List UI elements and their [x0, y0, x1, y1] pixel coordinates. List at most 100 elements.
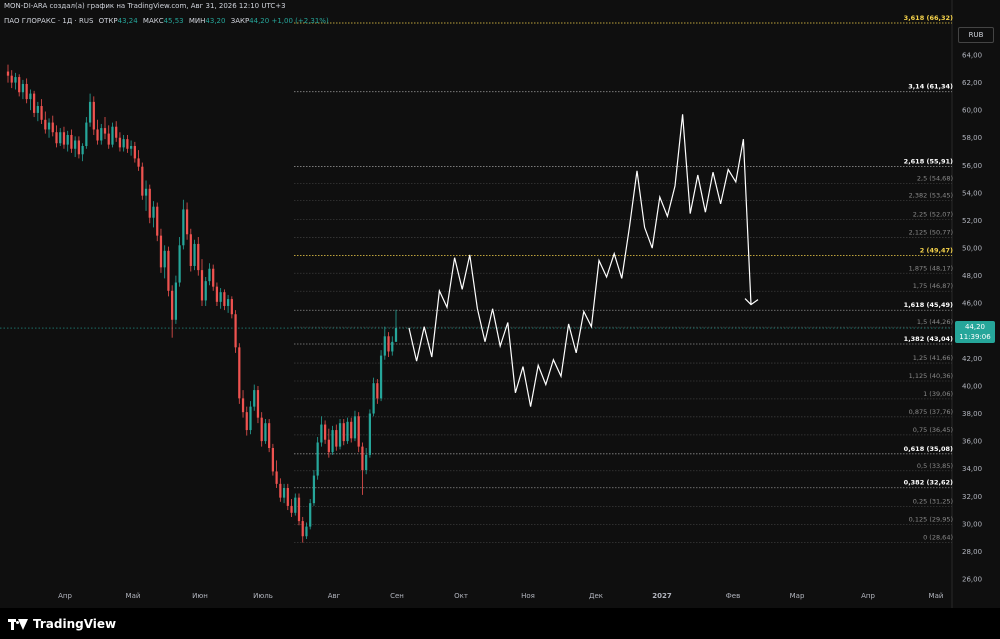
- y-tick-label: 38,00: [962, 410, 982, 418]
- projection-arrowhead: [744, 298, 759, 306]
- candle-body: [174, 282, 178, 320]
- x-tick-label: Окт: [454, 592, 468, 600]
- price-chart[interactable]: 26,00 28,00 30,00 32,00 34,00 36,00 38,00 40,00…: [0, 0, 1000, 639]
- candle-body: [47, 122, 51, 130]
- y-tick-label: 50,00: [962, 245, 982, 253]
- candle-body: [66, 134, 69, 145]
- open-value: 43,24: [117, 17, 138, 25]
- candle-body: [268, 423, 271, 448]
- candle-body: [368, 413, 372, 455]
- candle-body: [118, 137, 122, 148]
- candle-body: [350, 421, 353, 439]
- candle-body: [74, 140, 77, 149]
- y-tick-label: 36,00: [962, 438, 982, 446]
- candle-body: [163, 250, 166, 268]
- x-tick-label: Сен: [390, 592, 404, 600]
- candle-body: [346, 421, 349, 442]
- candle-body: [59, 132, 62, 144]
- candle-body: [226, 299, 230, 306]
- fib-level-label: 0 (28,64): [923, 534, 953, 542]
- candle-body: [10, 75, 13, 83]
- candle-body: [148, 188, 151, 218]
- candle-body: [55, 132, 58, 144]
- candle-body: [29, 93, 32, 100]
- candle-body: [51, 122, 54, 133]
- change-value: +1,00 (+2,31%): [271, 17, 329, 25]
- chart-header: MON-DI-ARA создал(а) график на TradingVi…: [4, 2, 286, 10]
- y-tick-label: 62,00: [962, 79, 982, 87]
- last-price-badge: 44,20 11:39:06: [955, 321, 995, 343]
- candle-body: [182, 209, 185, 246]
- candle-body: [6, 71, 10, 76]
- candle-body: [331, 430, 334, 453]
- low-value: 43,20: [205, 17, 226, 25]
- candle-body: [234, 314, 237, 348]
- x-tick-label: Апр: [58, 592, 72, 600]
- y-tick-label: 64,00: [962, 52, 982, 60]
- fib-level-label: 1,382 (43,04): [904, 335, 953, 343]
- candle-body: [275, 471, 278, 484]
- candle-body: [62, 132, 66, 145]
- candle-body: [122, 139, 125, 148]
- fib-level-label: 3,14 (61,34): [908, 83, 953, 91]
- candle-body: [200, 270, 204, 301]
- y-tick-label: 32,00: [962, 493, 982, 501]
- candle-body: [212, 268, 215, 287]
- fib-level-label: 2,125 (50,77): [909, 228, 953, 236]
- x-tick-label: Авг: [328, 592, 341, 600]
- y-tick-label: 40,00: [962, 382, 982, 390]
- candle-body: [342, 423, 345, 442]
- candle-body: [107, 133, 110, 145]
- fib-level-label: 0,875 (37,76): [909, 408, 953, 416]
- candle-body: [197, 243, 200, 271]
- fib-level-label: 1 (39,06): [923, 390, 953, 398]
- candle-body: [297, 497, 301, 522]
- x-tick-label: Май: [929, 592, 944, 600]
- candle-body: [21, 83, 25, 93]
- x-tick-label: Ноя: [521, 592, 535, 600]
- currency-button[interactable]: RUB: [958, 27, 994, 43]
- fib-level-label: 1,125 (40,36): [909, 372, 953, 380]
- candle-body: [92, 101, 95, 130]
- candle-body: [14, 77, 17, 83]
- fib-level-label: 0,618 (35,08): [904, 445, 953, 453]
- close-value: 44,20: [249, 17, 270, 25]
- y-tick-label: 34,00: [962, 465, 982, 473]
- y-tick-label: 46,00: [962, 300, 982, 308]
- y-tick-label: 30,00: [962, 520, 982, 528]
- x-tick-label: Мар: [790, 592, 805, 600]
- candle-body: [156, 206, 159, 236]
- candle-body: [294, 497, 297, 513]
- candle-body: [264, 423, 267, 442]
- y-tick-label: 58,00: [962, 134, 982, 142]
- x-tick-label: Июль: [253, 592, 273, 600]
- ohlc-legend: ПАО ГЛОРАКС · 1Д · RUS ОТКР43,24 МАКС45,…: [4, 17, 329, 25]
- y-tick-label: 26,00: [962, 576, 982, 584]
- tradingview-logo[interactable]: TradingView: [8, 617, 116, 631]
- fib-level-label: 2 (49,47): [920, 246, 953, 254]
- symbol-label[interactable]: ПАО ГЛОРАКС · 1Д · RUS: [4, 17, 93, 25]
- candle-body: [301, 521, 304, 537]
- candle-body: [204, 281, 207, 301]
- candle-body: [129, 146, 133, 149]
- candle-body: [279, 483, 282, 498]
- fib-level-label: 1,618 (45,49): [904, 301, 953, 309]
- y-tick-label: 56,00: [962, 162, 982, 170]
- y-tick-label: 52,00: [962, 217, 982, 225]
- candle-body: [141, 166, 144, 196]
- x-tick-label: Фев: [726, 592, 740, 600]
- candle-body: [327, 439, 330, 453]
- candle-body: [126, 139, 129, 149]
- candle-body: [320, 424, 323, 443]
- candle-body: [36, 106, 39, 113]
- y-tick-label: 28,00: [962, 548, 982, 556]
- candle-body: [230, 299, 233, 315]
- candle-body: [144, 188, 148, 196]
- x-tick-label: Июн: [192, 592, 208, 600]
- last-price-timer: 11:39:06: [959, 333, 991, 341]
- fib-level-label: 2,618 (55,91): [904, 158, 953, 166]
- chart-canvas[interactable]: 26,00 28,00 30,00 32,00 34,00 36,00 38,00 40,00…: [0, 0, 1000, 608]
- candle-body: [103, 128, 107, 134]
- candle-body: [372, 383, 375, 414]
- candle-body: [32, 93, 36, 113]
